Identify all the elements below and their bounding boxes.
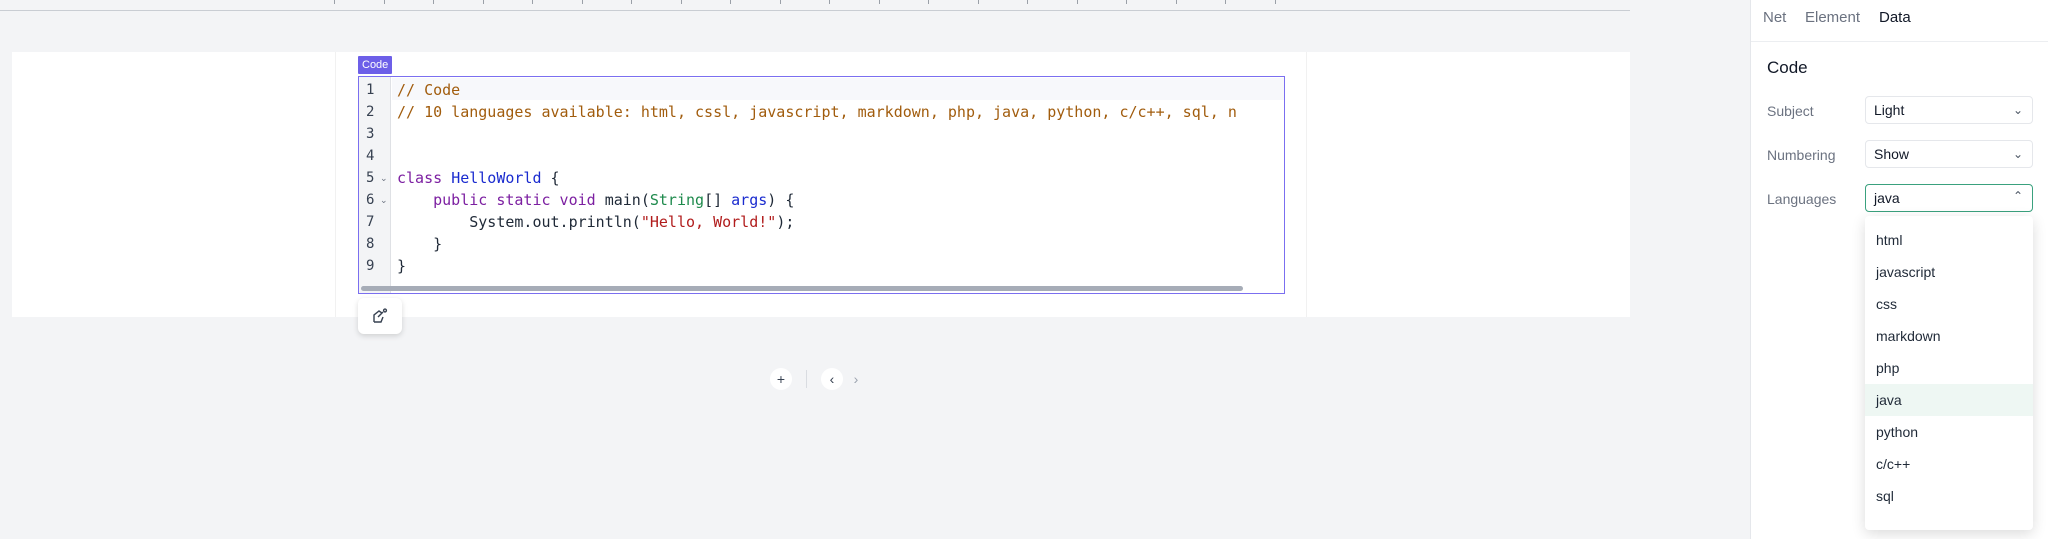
ruler-tick <box>631 0 632 4</box>
block-settings-button[interactable] <box>358 298 402 334</box>
subject-label: Subject <box>1767 103 1814 119</box>
line-number: 7 <box>366 214 375 230</box>
language-option-css[interactable]: css <box>1865 288 2033 320</box>
subject-select[interactable]: Light ⌄ <box>1865 96 2033 124</box>
language-option-markdown[interactable]: markdown <box>1865 320 2033 352</box>
magic-edit-icon <box>373 308 388 323</box>
ruler-tick <box>483 0 484 4</box>
line-number: 5 <box>366 170 375 186</box>
ruler-tick <box>384 0 385 4</box>
ruler-tick <box>1176 0 1177 4</box>
code-line[interactable]: // 10 languages available: html, cssl, j… <box>397 103 1237 121</box>
code-text: ) { <box>767 191 795 209</box>
language-option-c-cpp[interactable]: c/c++ <box>1865 448 2033 480</box>
fold-chevron-icon[interactable]: ⌄ <box>380 174 388 184</box>
line-number: 4 <box>366 148 375 164</box>
code-text: ); <box>776 213 795 231</box>
ruler-tick <box>532 0 533 4</box>
tab-element[interactable]: Element <box>1805 9 1860 26</box>
panel-tabs: Net Element Data <box>1751 0 2048 42</box>
ruler-tick <box>1027 0 1028 4</box>
languages-label: Languages <box>1767 191 1837 207</box>
ruler-tick <box>334 0 335 4</box>
toolbar-divider <box>806 370 807 388</box>
add-block-button[interactable]: + <box>770 368 792 390</box>
ruler-tick <box>879 0 880 4</box>
code-comment: // Code <box>397 81 461 99</box>
code-text: } <box>397 257 407 275</box>
language-option-php[interactable]: php <box>1865 352 2033 384</box>
active-line-highlight <box>392 78 1284 100</box>
ruler-tick <box>681 0 682 4</box>
numbering-select[interactable]: Show ⌄ <box>1865 140 2033 168</box>
languages-select[interactable]: java ⌃ <box>1865 184 2033 212</box>
code-line[interactable]: } <box>397 235 442 253</box>
code-line[interactable]: } <box>397 257 406 275</box>
code-line[interactable]: class HelloWorld { <box>397 169 560 187</box>
ruler-tick <box>730 0 731 4</box>
bottom-toolbar: + ‹ › <box>770 368 867 390</box>
language-option-javascript[interactable]: javascript <box>1865 256 2033 288</box>
code-text: System.out.println( <box>397 213 641 231</box>
chevron-down-icon: ⌄ <box>2012 103 2023 117</box>
line-number: 9 <box>366 258 375 274</box>
code-comment: // 10 languages available: html, cssl, j… <box>397 103 1237 121</box>
ruler-tick <box>829 0 830 4</box>
code-line[interactable]: System.out.println("Hello, World!"); <box>397 213 794 231</box>
code-function: main( <box>595 191 650 209</box>
line-number: 2 <box>366 104 375 120</box>
horizontal-scrollbar[interactable] <box>361 286 1243 291</box>
numbering-value: Show <box>1874 146 1910 162</box>
code-type: String <box>649 191 705 209</box>
code-string: "Hello, World!" <box>640 213 777 231</box>
tab-data[interactable]: Data <box>1879 9 1911 26</box>
ruler-tick <box>1077 0 1078 4</box>
languages-dropdown: html javascript css markdown php java py… <box>1865 216 2033 530</box>
ruler-tick <box>433 0 434 4</box>
code-variable: args <box>731 191 768 209</box>
languages-value: java <box>1874 190 1900 206</box>
tab-net[interactable]: Net <box>1763 9 1786 26</box>
code-block[interactable]: 1 2 3 4 5 ⌄ 6 ⌄ 7 8 9 // Code // 10 lang… <box>358 76 1285 294</box>
line-number: 6 <box>366 192 375 208</box>
properties-panel: Net Element Data Code Subject Light ⌄ Nu… <box>1750 0 2048 539</box>
line-number: 8 <box>366 236 375 252</box>
ruler-tick <box>1225 0 1226 4</box>
next-page-button[interactable]: › <box>845 368 867 390</box>
prev-page-button[interactable]: ‹ <box>821 368 843 390</box>
code-keyword: class <box>397 169 443 187</box>
line-number-gutter: 1 2 3 4 5 ⌄ 6 ⌄ 7 8 9 <box>359 77 391 293</box>
code-text: [] <box>704 191 732 209</box>
code-line[interactable]: // Code <box>397 81 460 99</box>
panel-title: Code <box>1767 58 1808 77</box>
line-number: 3 <box>366 126 375 142</box>
code-line[interactable]: public static void main(String[] args) { <box>397 191 794 209</box>
numbering-label: Numbering <box>1767 147 1836 163</box>
ruler-tick <box>582 0 583 4</box>
language-option-sql[interactable]: sql <box>1865 480 2033 512</box>
code-class-name: HelloWorld <box>451 169 542 187</box>
ruler-tick <box>1275 0 1276 4</box>
ruler-tick <box>928 0 929 4</box>
chevron-up-icon: ⌃ <box>2012 189 2023 203</box>
fold-chevron-icon[interactable]: ⌄ <box>380 196 388 206</box>
ruler-tick <box>780 0 781 4</box>
code-text: { <box>541 169 560 187</box>
line-number: 1 <box>366 82 375 98</box>
code-keyword: public static void <box>433 191 596 209</box>
language-option-html[interactable]: html <box>1865 224 2033 256</box>
code-text: } <box>397 235 443 253</box>
page-navigation: ‹ › <box>821 368 867 390</box>
language-option-java[interactable]: java <box>1865 384 2033 416</box>
top-ruler <box>0 0 1630 11</box>
chevron-down-icon: ⌄ <box>2012 147 2023 161</box>
subject-value: Light <box>1874 102 1905 118</box>
language-option-python[interactable]: python <box>1865 416 2033 448</box>
ruler-tick <box>978 0 979 4</box>
code-block-label: Code <box>358 56 393 74</box>
ruler-tick <box>1126 0 1127 4</box>
